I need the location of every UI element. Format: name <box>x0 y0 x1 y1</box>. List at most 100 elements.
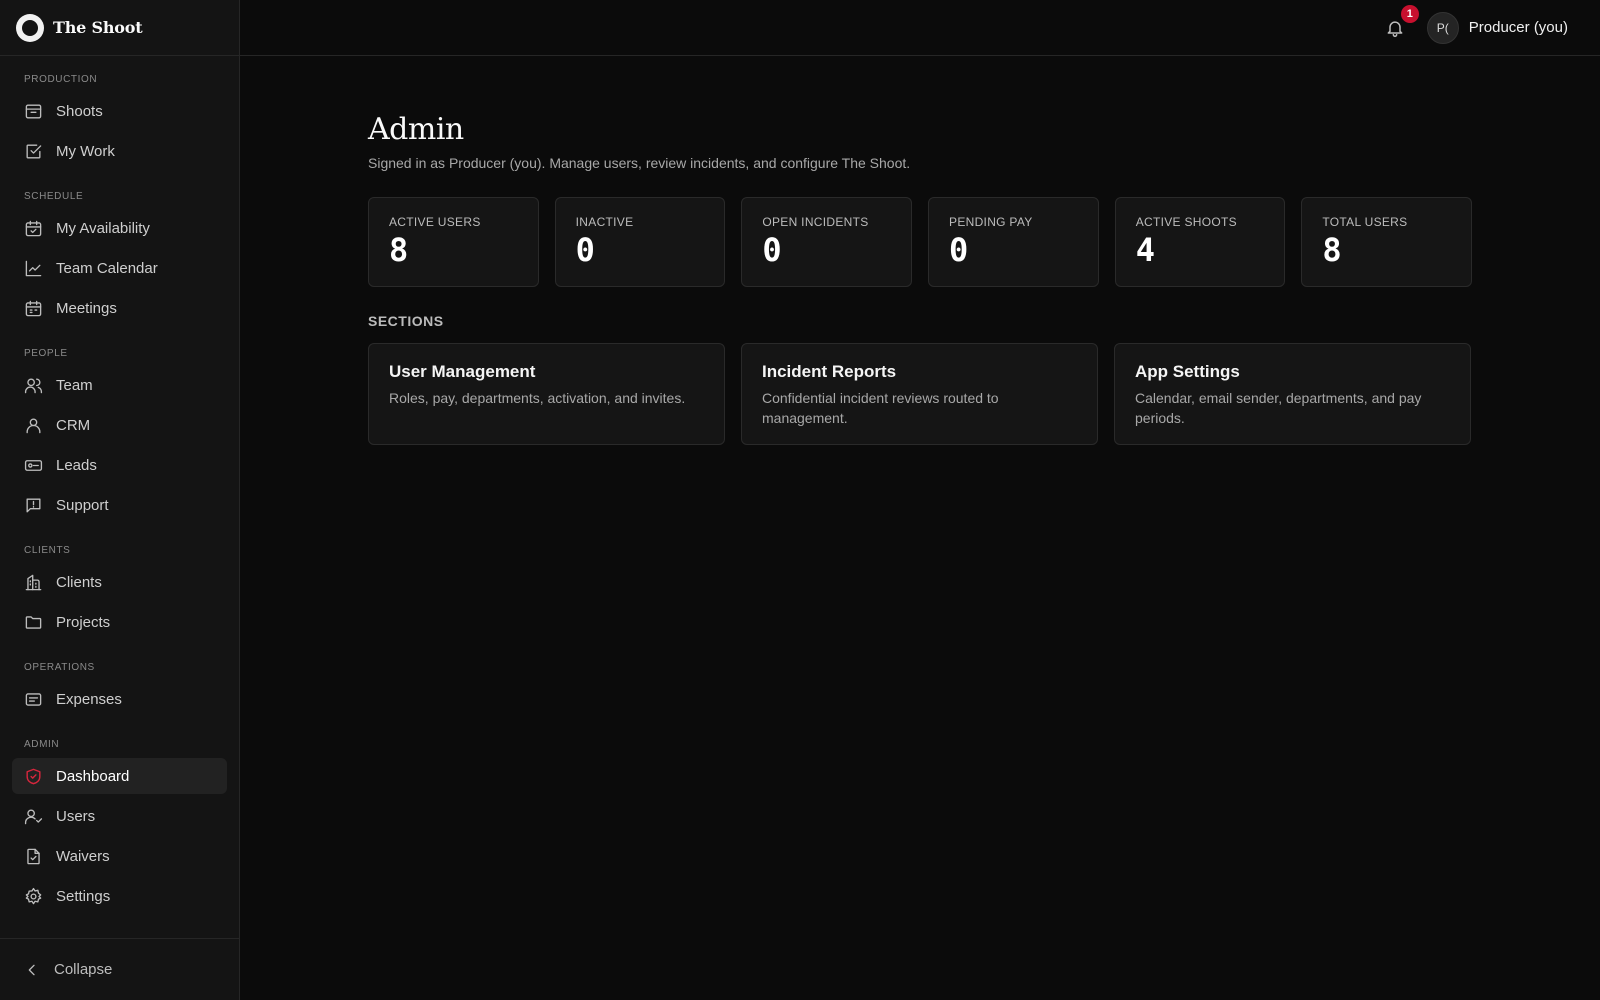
ticket-icon <box>24 459 43 471</box>
stat-card-inactive: INACTIVE 0 <box>554 197 726 287</box>
message-alert-icon <box>26 497 41 513</box>
sidebar-item-my-work[interactable]: My Work <box>12 133 227 169</box>
stat-card-active-shoots: ACTIVE SHOOTS 4 <box>1114 197 1286 287</box>
sidebar-item-settings[interactable]: Settings <box>12 878 227 914</box>
sidebar-item-label: Clients <box>56 573 102 591</box>
sidebar-item-dashboard[interactable]: Dashboard <box>12 758 227 794</box>
sidebar-item-label: Meetings <box>56 299 117 317</box>
sidebar-item-meetings[interactable]: Meetings <box>12 290 227 326</box>
sidebar-item-projects[interactable]: Projects <box>12 604 227 640</box>
stat-value: 0 <box>762 231 782 269</box>
building-icon <box>25 574 42 590</box>
archive-icon <box>25 103 42 119</box>
sidebar-item-label: Expenses <box>56 690 122 708</box>
sidebar-item-my-availability[interactable]: My Availability <box>12 210 227 246</box>
user-icon <box>26 417 41 433</box>
calendar-check-icon <box>25 220 42 236</box>
main-content: Admin Signed in as Producer (you). Manag… <box>368 112 1473 445</box>
sections-grid: User Management Roles, pay, departments,… <box>368 343 1472 445</box>
card-description: Calendar, email sender, departments, and… <box>1135 390 1422 426</box>
sidebar: The Shoot PRODUCTION Shoots My Work SCHE… <box>0 0 240 1000</box>
users-icon <box>24 377 43 393</box>
sidebar-item-users[interactable]: Users <box>12 798 227 834</box>
collapse-button[interactable]: Collapse <box>0 938 239 1000</box>
stat-card-total-users: TOTAL USERS 8 <box>1301 197 1473 287</box>
sidebar-item-shoots[interactable]: Shoots <box>12 93 227 129</box>
sidebar-item-label: Leads <box>56 456 97 474</box>
sidebar-item-label: Dashboard <box>56 767 130 785</box>
sidebar-item-label: Users <box>56 807 96 825</box>
sidebar-item-label: Team <box>56 376 93 394</box>
card-description: Roles, pay, departments, activation, and… <box>389 390 686 406</box>
stat-label: OPEN INCIDENTS <box>762 215 869 229</box>
page-subtitle: Signed in as Producer (you). Manage user… <box>368 155 911 171</box>
sidebar-nav: PRODUCTION Shoots My Work SCHEDULE My Av… <box>0 56 239 914</box>
sidebar-item-label: My Work <box>56 142 115 160</box>
stat-card-pending-pay: PENDING PAY 0 <box>928 197 1099 287</box>
stat-value: 8 <box>389 231 409 269</box>
nav-section-title: CLIENTS <box>24 545 71 556</box>
avatar: P( <box>1426 11 1459 44</box>
stat-label: TOTAL USERS <box>1322 215 1408 229</box>
collapse-label: Collapse <box>54 961 113 978</box>
brand-name: The Shoot <box>53 18 143 37</box>
folder-icon <box>25 615 42 629</box>
section-card-app-settings[interactable]: App Settings Calendar, email sender, dep… <box>1114 343 1471 445</box>
user-menu[interactable]: P( Producer (you) <box>1426 11 1568 44</box>
stat-label: INACTIVE <box>575 215 634 229</box>
sidebar-item-label: Team Calendar <box>56 259 158 277</box>
stat-value: 0 <box>575 231 595 269</box>
nav-section-title: OPERATIONS <box>24 662 95 673</box>
bell-icon <box>1387 20 1403 37</box>
nav-section-title: ADMIN <box>24 739 60 750</box>
notification-badge: 1 <box>1400 4 1419 23</box>
card-title: User Management <box>389 362 536 381</box>
page-title: Admin <box>368 112 464 147</box>
chart-line-icon <box>25 260 42 276</box>
file-check-icon <box>27 848 40 864</box>
brand[interactable]: The Shoot <box>0 0 239 56</box>
card-description: Confidential incident reviews routed to … <box>762 390 999 426</box>
sidebar-item-team-calendar[interactable]: Team Calendar <box>12 250 227 286</box>
shield-check-icon <box>26 768 41 784</box>
sidebar-item-team[interactable]: Team <box>12 367 227 403</box>
stat-value: 4 <box>1135 231 1155 269</box>
checkbox-icon <box>26 143 42 159</box>
user-name: Producer (you) <box>1468 19 1568 36</box>
stat-label: ACTIVE USERS <box>389 215 481 229</box>
stat-label: ACTIVE SHOOTS <box>1135 215 1237 229</box>
notifications-button[interactable]: 1 <box>1381 4 1419 42</box>
card-title: Incident Reports <box>762 362 897 381</box>
section-card-incident-reports[interactable]: Incident Reports Confidential incident r… <box>741 343 1098 445</box>
calendar-icon <box>25 300 42 316</box>
sidebar-item-label: Waivers <box>56 847 110 865</box>
stat-card-active-users: ACTIVE USERS 8 <box>368 197 539 287</box>
sidebar-item-label: My Availability <box>56 219 150 237</box>
nav-section-title: SCHEDULE <box>24 191 84 202</box>
chevron-left-icon <box>28 964 35 975</box>
gear-icon <box>25 887 42 904</box>
sidebar-item-support[interactable]: Support <box>12 487 227 523</box>
nav-section-title: PRODUCTION <box>24 74 98 85</box>
logo-icon <box>16 13 44 42</box>
sidebar-item-waivers[interactable]: Waivers <box>12 838 227 874</box>
sidebar-item-crm[interactable]: CRM <box>12 407 227 443</box>
receipt-icon <box>25 692 42 706</box>
sidebar-item-label: Settings <box>56 887 111 905</box>
nav-section-title: PEOPLE <box>24 348 68 359</box>
sidebar-item-expenses[interactable]: Expenses <box>12 681 227 717</box>
stat-value: 8 <box>1322 231 1342 269</box>
section-card-user-management[interactable]: User Management Roles, pay, departments,… <box>368 343 725 445</box>
sidebar-item-clients[interactable]: Clients <box>12 564 227 600</box>
stat-card-open-incidents: OPEN INCIDENTS 0 <box>741 197 913 287</box>
card-title: App Settings <box>1135 362 1240 381</box>
sidebar-item-label: Support <box>56 496 109 514</box>
sections-heading: SECTIONS <box>368 313 444 329</box>
stats-row: ACTIVE USERS 8 INACTIVE 0 OPEN INCIDENTS… <box>368 197 1473 287</box>
sidebar-item-label: Projects <box>56 613 111 631</box>
topbar: 1 P( Producer (you) <box>240 0 1600 56</box>
sidebar-item-leads[interactable]: Leads <box>12 447 227 483</box>
user-check-icon <box>24 808 43 824</box>
stat-label: PENDING PAY <box>949 215 1033 229</box>
stat-value: 0 <box>949 231 969 269</box>
